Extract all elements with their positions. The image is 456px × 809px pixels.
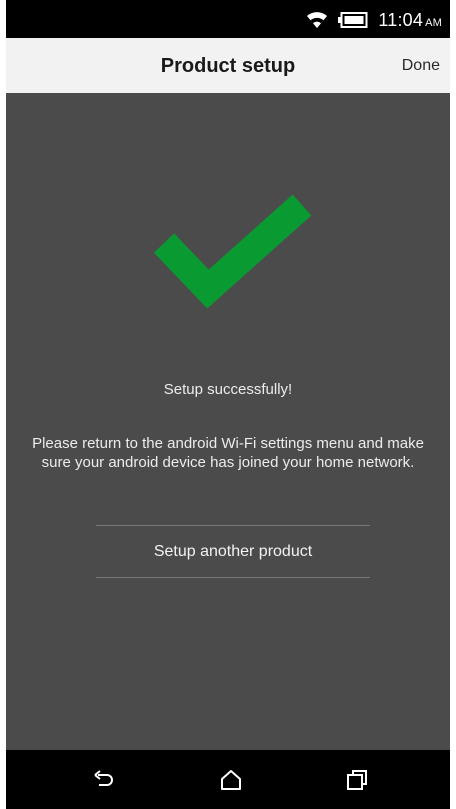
status-clock: 11:04 AM	[378, 10, 442, 31]
back-icon[interactable]	[92, 768, 116, 792]
page-title: Product setup	[160, 55, 296, 77]
status-bar: 11:04 AM	[6, 0, 450, 38]
app-bar: Product setup Done	[6, 38, 450, 93]
done-button[interactable]: Done	[402, 57, 440, 75]
clock-ampm: AM	[425, 16, 442, 29]
setup-result-panel: Setup successfully! Please return to the…	[6, 93, 450, 750]
navigation-bar	[6, 750, 450, 809]
check-icon	[152, 185, 312, 320]
wifi-icon	[306, 11, 328, 29]
setup-another-product-button[interactable]: Setup another product	[96, 526, 370, 577]
status-icons: 11:04 AM	[306, 8, 442, 32]
recents-icon[interactable]	[345, 768, 369, 792]
home-icon[interactable]	[219, 768, 243, 792]
divider	[96, 577, 370, 578]
success-message: Setup successfully!	[163, 381, 293, 398]
clock-time: 11:04	[378, 9, 424, 30]
battery-icon	[338, 12, 368, 28]
instruction-text: Please return to the android Wi-Fi setti…	[32, 435, 424, 471]
phone-screen: 11:04 AM Product setup Done Setup success…	[6, 0, 450, 809]
